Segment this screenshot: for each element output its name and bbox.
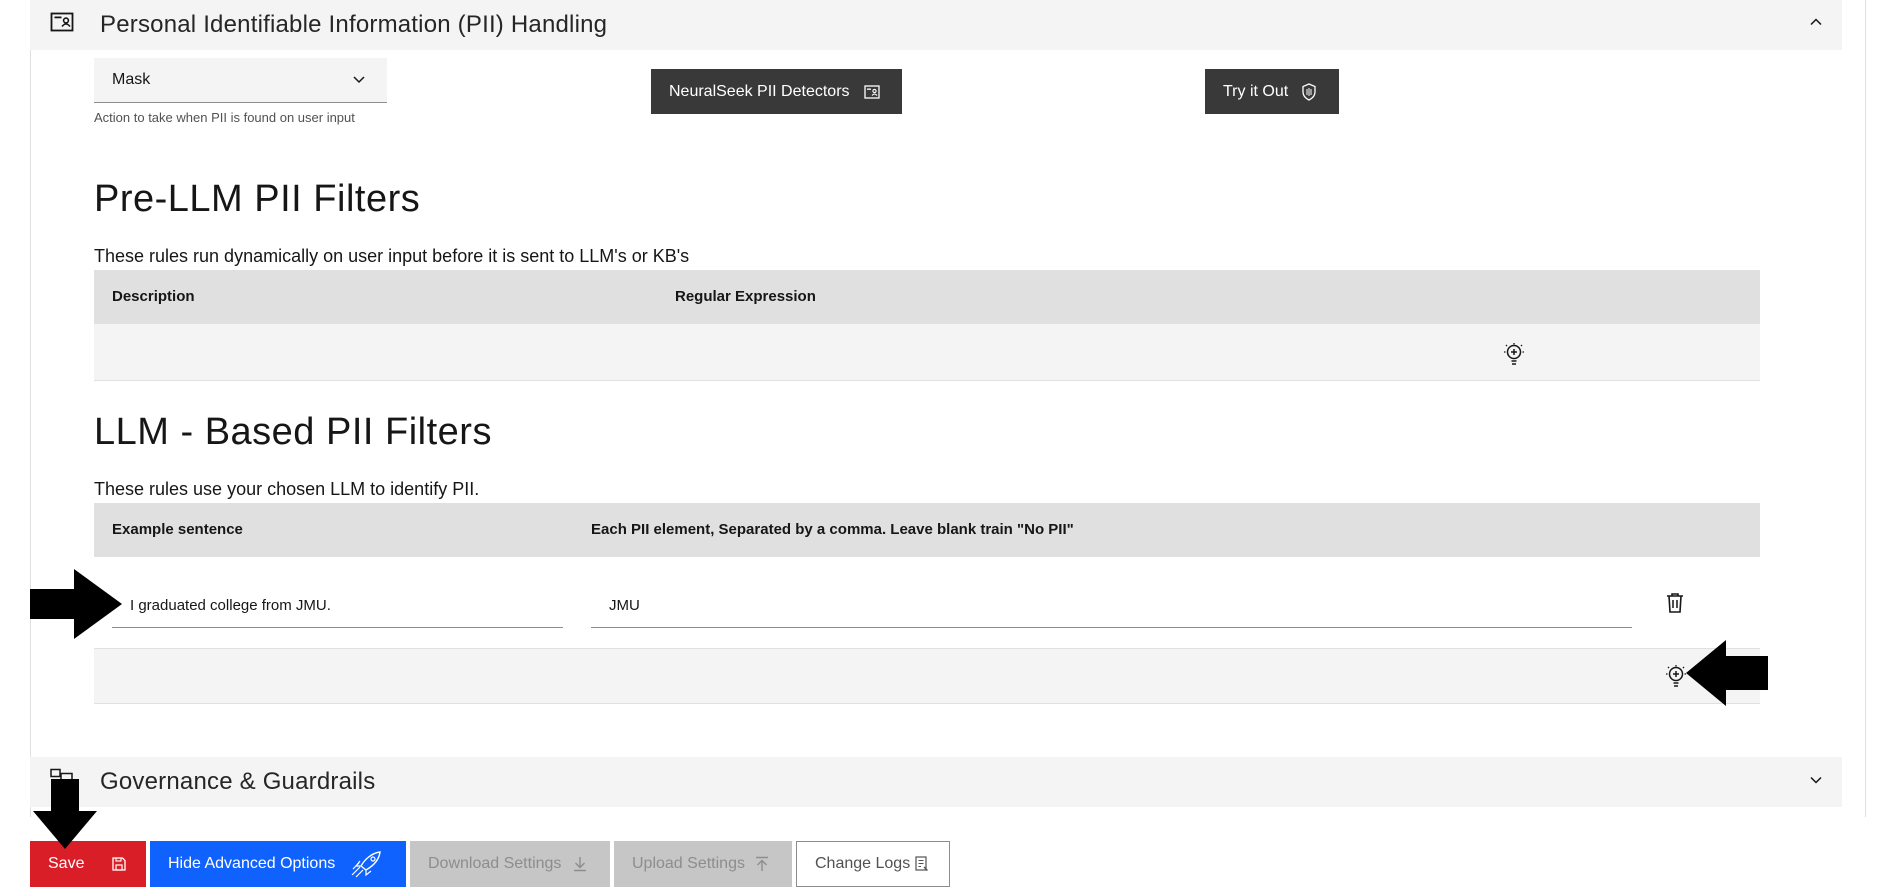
rocket-icon xyxy=(350,849,384,879)
pii-action-value: Mask xyxy=(112,71,151,88)
upload-settings-button[interactable]: Upload Settings xyxy=(614,841,792,887)
llm-based-table-header: Example sentence Each PII element, Separ… xyxy=(94,503,1760,557)
arrow-right-annotation-icon xyxy=(30,569,122,639)
column-header-example: Example sentence xyxy=(112,521,243,538)
change-logs-button[interactable]: Change Logs xyxy=(796,841,950,887)
pre-llm-description: These rules run dynamically on user inpu… xyxy=(94,246,690,266)
upload-settings-label: Upload Settings xyxy=(632,855,745,872)
download-settings-button[interactable]: Download Settings xyxy=(410,841,610,887)
shield-icon xyxy=(1302,82,1316,101)
try-it-out-button[interactable]: Try it Out xyxy=(1205,69,1339,114)
download-settings-label: Download Settings xyxy=(428,855,562,872)
arrow-left-annotation-icon xyxy=(1686,640,1768,706)
column-header-pii-elements: Each PII element, Separated by a comma. … xyxy=(591,521,1074,538)
pii-detectors-button[interactable]: NeuralSeek PII Detectors xyxy=(651,69,902,114)
pii-action-helper-text: Action to take when PII is found on user… xyxy=(94,110,355,125)
pii-action-select[interactable]: Mask xyxy=(94,58,387,103)
floppy-disk-icon xyxy=(112,857,126,871)
upload-icon xyxy=(754,856,770,872)
pii-accordion-title: Personal Identifiable Information (PII) … xyxy=(100,11,608,38)
try-it-out-label: Try it Out xyxy=(1223,82,1289,100)
llm-based-title: LLM - Based PII Filters xyxy=(94,411,492,453)
change-logs-label: Change Logs xyxy=(815,855,911,872)
chevron-up-icon[interactable] xyxy=(1808,15,1824,36)
column-header-description: Description xyxy=(112,288,195,305)
pre-llm-add-row xyxy=(94,324,1760,381)
arrow-down-annotation-icon xyxy=(33,779,97,849)
trash-icon[interactable] xyxy=(1665,592,1685,614)
pre-llm-title: Pre-LLM PII Filters xyxy=(94,178,421,220)
save-label: Save xyxy=(48,855,85,872)
bottom-action-bar: Save Hide Advanced Options Download Sett… xyxy=(30,841,954,887)
logs-icon xyxy=(915,856,929,872)
example-sentence-input[interactable] xyxy=(112,579,563,628)
add-rule-bulb-icon[interactable] xyxy=(1503,342,1525,366)
column-header-regex: Regular Expression xyxy=(675,288,816,305)
table-row xyxy=(94,557,1760,649)
hide-advanced-label: Hide Advanced Options xyxy=(168,855,336,872)
llm-based-description: These rules use your chosen LLM to ident… xyxy=(94,479,480,499)
chevron-down-icon[interactable] xyxy=(1808,772,1824,793)
pii-accordion-header[interactable]: Personal Identifiable Information (PII) … xyxy=(30,0,1842,50)
id-card-icon xyxy=(863,84,880,99)
add-rule-bulb-icon[interactable] xyxy=(1665,664,1687,688)
download-icon xyxy=(572,856,588,872)
chevron-down-icon xyxy=(351,71,367,92)
hide-advanced-options-button[interactable]: Hide Advanced Options xyxy=(150,841,406,887)
governance-accordion-title: Governance & Guardrails xyxy=(100,768,376,795)
pre-llm-table-header: Description Regular Expression xyxy=(94,270,1760,324)
pii-elements-input[interactable] xyxy=(591,579,1632,628)
llm-based-add-row xyxy=(94,649,1760,704)
governance-accordion-header[interactable]: Governance & Guardrails xyxy=(30,757,1842,807)
id-card-icon xyxy=(50,12,74,39)
pii-detectors-label: NeuralSeek PII Detectors xyxy=(669,82,850,100)
